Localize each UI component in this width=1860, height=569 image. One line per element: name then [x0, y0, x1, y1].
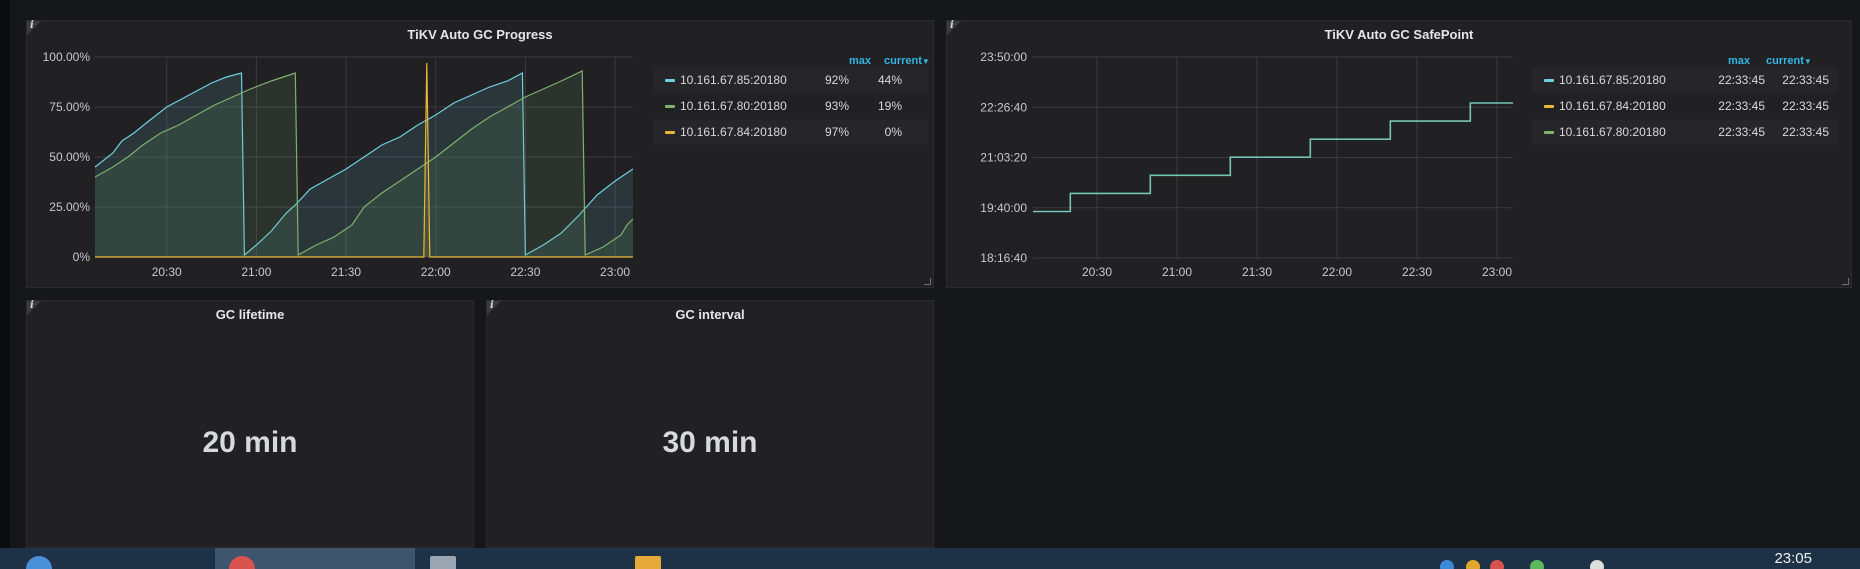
legend-row[interactable]: 10.161.67.80:20180 22:33:45 22:33:45 — [1532, 119, 1837, 145]
y-tick-label: 100.00% — [43, 50, 91, 64]
legend-series-name[interactable]: 10.161.67.80:20180 — [680, 93, 787, 119]
gc-progress-panel: i TiKV Auto GC Progress 0% 25.00% 50.00% 75… — [26, 20, 934, 288]
y-tick-label: 0% — [73, 250, 91, 264]
y-tick-label: 75.00% — [49, 100, 90, 114]
tray-icon-5[interactable] — [1590, 560, 1604, 569]
legend-series-name[interactable]: 10.161.67.85:20180 — [1559, 67, 1666, 93]
tray-icon-1[interactable] — [1440, 560, 1454, 569]
taskbar-item-app-3[interactable] — [420, 548, 620, 569]
taskbar-item-app-4[interactable] — [625, 548, 825, 569]
legend-row[interactable]: 10.161.67.85:20180 22:33:45 22:33:45 — [1532, 67, 1837, 93]
legend-max-value: 22:33:45 — [1718, 99, 1765, 113]
os-taskbar: 23:05 — [0, 548, 1860, 569]
legend-current-value: 19% — [877, 99, 902, 113]
stat-value: 20 min — [202, 426, 298, 459]
x-tick-label: 22:00 — [421, 265, 451, 279]
legend-max-value: 22:33:45 — [1718, 73, 1765, 87]
y-tick-label: 21:03:20 — [980, 151, 1027, 165]
legend-swatch[interactable] — [665, 131, 675, 134]
gc-safepoint-chart: 18:16:40 19:40:00 21:03:20 22:26:40 23:50:00… — [980, 50, 1513, 279]
legend-header-current[interactable]: current▼ — [1766, 55, 1812, 67]
y-tick-label: 23:50:00 — [980, 50, 1027, 64]
legend-current-value: 22:33:45 — [1782, 99, 1829, 113]
x-tick-label: 22:30 — [510, 265, 540, 279]
panel-resize-handle[interactable] — [1842, 278, 1849, 285]
x-tick-label: 22:00 — [1322, 265, 1352, 279]
taskbar-item-browser[interactable] — [215, 548, 415, 569]
x-tick-label: 23:00 — [1482, 265, 1512, 279]
y-tick-label: 22:26:40 — [980, 100, 1027, 114]
legend-swatch[interactable] — [665, 79, 675, 82]
legend-header-current[interactable]: current▼ — [884, 55, 930, 67]
legend-current-value: 44% — [877, 73, 902, 87]
x-tick-label: 23:00 — [600, 265, 630, 279]
y-tick-label: 19:40:00 — [980, 201, 1027, 215]
legend-header-max[interactable]: max — [849, 55, 871, 67]
x-tick-label: 20:30 — [152, 265, 182, 279]
legend-max-value: 97% — [824, 125, 849, 139]
taskbar-item-app-1[interactable] — [22, 548, 212, 569]
sort-desc-icon: ▼ — [1803, 57, 1812, 66]
x-tick-label: 20:30 — [1082, 265, 1112, 279]
legend-row[interactable]: 10.161.67.84:20180 22:33:45 22:33:45 — [1532, 93, 1837, 119]
x-tick-label: 21:00 — [1162, 265, 1192, 279]
gc-progress-chart: 0% 25.00% 50.00% 75.00% 100.00% 20:30 21:00 21:… — [43, 50, 634, 279]
app-icon — [26, 556, 52, 569]
gc-progress-legend: max current▼ 10.161.67.85:20180 92% 44% 10.… — [653, 55, 930, 165]
taskbar-clock: 23:05 — [1774, 550, 1812, 567]
legend-series-name[interactable]: 10.161.67.84:20180 — [1559, 93, 1666, 119]
x-tick-label: 21:30 — [1242, 265, 1272, 279]
legend-row[interactable]: 10.161.67.84:20180 97% 0% — [653, 119, 928, 145]
legend-swatch[interactable] — [1544, 131, 1554, 134]
left-edge-strip — [0, 0, 10, 548]
legend-max-value: 22:33:45 — [1718, 125, 1765, 139]
tray-icon-3[interactable] — [1490, 560, 1504, 569]
panel-resize-handle[interactable] — [924, 278, 931, 285]
legend-row[interactable]: 10.161.67.80:20180 93% 19% — [653, 93, 928, 119]
x-tick-label: 21:00 — [241, 265, 271, 279]
gc-safepoint-panel: i TiKV Auto GC SafePoint 18:16:40 19:40:0… — [946, 20, 1852, 288]
document-icon — [430, 556, 456, 569]
legend-swatch[interactable] — [1544, 105, 1554, 108]
legend-swatch[interactable] — [665, 105, 675, 108]
legend-swatch[interactable] — [1544, 79, 1554, 82]
legend-max-value: 92% — [824, 73, 849, 87]
gc-interval-panel: i GC interval 30 min — [486, 300, 934, 548]
legend-max-value: 93% — [824, 99, 849, 113]
x-tick-label: 22:30 — [1402, 265, 1432, 279]
panel-title[interactable]: GC lifetime — [27, 307, 473, 322]
tray-icon-4[interactable] — [1530, 560, 1544, 569]
legend-series-name[interactable]: 10.161.67.80:20180 — [1559, 119, 1666, 145]
legend-current-value: 22:33:45 — [1782, 125, 1829, 139]
panel-title[interactable]: GC interval — [487, 307, 933, 322]
tray-icon-2[interactable] — [1466, 560, 1480, 569]
legend-header-max[interactable]: max — [1728, 55, 1750, 67]
y-tick-label: 50.00% — [49, 150, 90, 164]
browser-icon — [229, 556, 255, 569]
legend-current-value: 22:33:45 — [1782, 73, 1829, 87]
legend-current-value: 0% — [884, 125, 902, 139]
x-tick-label: 21:30 — [331, 265, 361, 279]
gc-lifetime-panel: i GC lifetime 20 min — [26, 300, 474, 548]
y-tick-label: 18:16:40 — [980, 251, 1027, 265]
folder-icon — [635, 556, 661, 569]
y-tick-label: 25.00% — [49, 200, 90, 214]
gc-safepoint-legend: max current▼ 10.161.67.85:20180 22:33:45 2… — [1532, 55, 1837, 165]
sort-desc-icon: ▼ — [921, 57, 930, 66]
stat-value: 30 min — [662, 426, 758, 459]
legend-series-name[interactable]: 10.161.67.84:20180 — [680, 119, 787, 145]
legend-row[interactable]: 10.161.67.85:20180 92% 44% — [653, 67, 928, 93]
legend-series-name[interactable]: 10.161.67.85:20180 — [680, 67, 787, 93]
